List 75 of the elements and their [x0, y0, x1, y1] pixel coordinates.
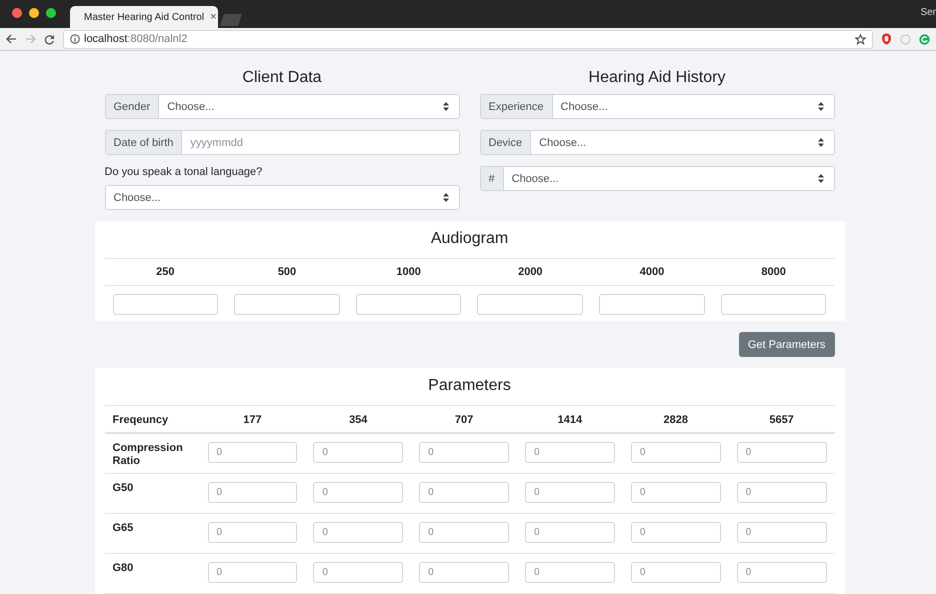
input-field[interactable]: 0: [736, 562, 826, 583]
input-field[interactable]: 0: [736, 522, 826, 543]
star-icon[interactable]: [855, 34, 866, 44]
new-tab-icon[interactable]: [220, 14, 242, 26]
column-header: 5657: [728, 406, 834, 434]
forward-icon[interactable]: [25, 34, 36, 44]
input-field[interactable]: 0: [313, 522, 404, 543]
input-field[interactable]: 0: [525, 482, 615, 503]
tab-title: Master Hearing Aid Control: [84, 12, 204, 22]
question-label: Do you speak a tonal language?: [104, 166, 264, 178]
close-tab-button[interactable]: ×: [210, 11, 216, 23]
column-header: 354: [305, 406, 412, 434]
row-label: Compression Ratio: [104, 434, 200, 474]
column-header: 8000: [712, 259, 834, 286]
input-field[interactable]: [356, 294, 462, 315]
column-header: 2000: [469, 259, 592, 286]
column-header: 1000: [348, 259, 470, 286]
minimize-window-icon[interactable]: [29, 8, 39, 18]
extension-icon[interactable]: [919, 34, 930, 44]
address-bar[interactable]: localhost:8080/nalnl2: [63, 30, 873, 48]
input-field[interactable]: 0: [630, 482, 721, 503]
input-field[interactable]: 0: [630, 522, 721, 543]
select-dropdown[interactable]: Choose...: [106, 186, 458, 209]
profile-name[interactable]: Ser: [920, 7, 936, 18]
input-field[interactable]: 0: [313, 442, 404, 463]
input-field[interactable]: [720, 294, 826, 315]
input-field[interactable]: 0: [525, 522, 615, 543]
input-field[interactable]: 0: [736, 482, 826, 503]
input-field[interactable]: 0: [208, 482, 298, 503]
input-field[interactable]: 0: [313, 482, 404, 503]
input-field[interactable]: 0: [736, 442, 826, 463]
input-field[interactable]: [112, 294, 218, 315]
info-icon: [70, 34, 80, 44]
section-title: Client Data: [241, 69, 323, 87]
row-label: G50: [104, 474, 200, 514]
url-host: localhost: [84, 33, 128, 45]
column-header: 177: [200, 406, 306, 434]
input-field[interactable]: 0: [419, 442, 509, 463]
input-field[interactable]: 0: [630, 562, 721, 583]
input-field[interactable]: 0: [208, 562, 298, 583]
row-label: G80: [104, 554, 200, 594]
maximize-window-icon[interactable]: [46, 8, 56, 18]
section-title: Hearing Aid History: [588, 69, 726, 87]
get-parameters-button[interactable]: Get Parameters: [738, 332, 834, 357]
section-title: Parameters: [104, 368, 834, 406]
input-field[interactable]: 0: [525, 442, 615, 463]
field-label: Date of birth: [106, 131, 182, 154]
section-title: Audiogram: [104, 221, 834, 259]
shield-icon[interactable]: [881, 33, 892, 45]
column-header: 4000: [591, 259, 713, 286]
input-field[interactable]: 0: [525, 562, 615, 583]
column-header: 250: [104, 259, 226, 286]
input-field[interactable]: 0: [208, 442, 298, 463]
input-field[interactable]: Date of birth yyyymmdd: [104, 130, 460, 155]
input-field[interactable]: [234, 294, 340, 315]
column-header: 707: [411, 406, 517, 434]
url-path: :8080/nalnl2: [127, 33, 188, 45]
input-field[interactable]: 0: [419, 562, 509, 583]
input-field[interactable]: 0: [208, 522, 298, 543]
input-field[interactable]: [599, 294, 705, 315]
back-icon[interactable]: [6, 34, 17, 44]
column-header: 2828: [622, 406, 729, 434]
input-field[interactable]: [477, 294, 584, 315]
input-field[interactable]: 0: [419, 482, 509, 503]
column-header: 1414: [517, 406, 623, 434]
input-field[interactable]: 0: [313, 562, 404, 583]
reload-icon[interactable]: [44, 34, 55, 44]
browser-tab[interactable]: Master Hearing Aid Control ×: [70, 6, 218, 28]
row-label: G65: [104, 514, 200, 554]
column-header: Freqeuncy: [104, 406, 200, 434]
close-window-icon[interactable]: [12, 8, 22, 18]
input-field[interactable]: 0: [630, 442, 721, 463]
input-field[interactable]: 0: [419, 522, 509, 543]
column-header: 500: [226, 259, 348, 286]
sort-icon: [442, 193, 448, 202]
